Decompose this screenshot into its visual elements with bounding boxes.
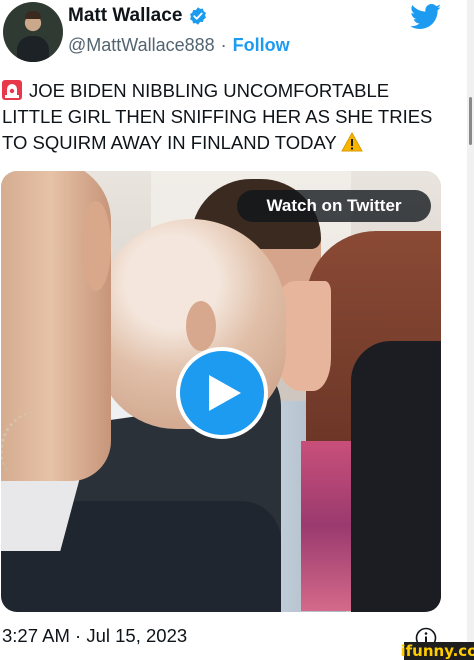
twitter-bird-icon[interactable]: [410, 4, 442, 30]
timestamp-time: 3:27 AM: [2, 625, 70, 646]
video-person-ear: [186, 301, 216, 351]
play-icon: [209, 375, 241, 411]
video-dark-clothing: [351, 341, 441, 612]
handle-separator: ·: [220, 35, 227, 55]
tweet-header: Matt Wallace @MattWallace888 · Follow: [0, 0, 474, 70]
watch-on-twitter-button[interactable]: Watch on Twitter: [237, 190, 431, 222]
tweet-timestamp[interactable]: 3:27 AM · Jul 15, 2023: [2, 625, 187, 647]
author-handle[interactable]: @MattWallace888: [68, 35, 215, 56]
avatar-hair: [25, 11, 41, 19]
ifunny-watermark: ifunny.co: [400, 642, 474, 660]
tweet-line-text: TO SQUIRM AWAY IN FINLAND TODAY: [2, 132, 337, 153]
author-name-row: Matt Wallace: [68, 5, 208, 27]
tweet-line-3: TO SQUIRM AWAY IN FINLAND TODAY: [2, 130, 462, 156]
timestamp-separator: ·: [75, 625, 82, 646]
scrollbar-thumb[interactable]: [469, 97, 472, 145]
avatar-suit: [17, 36, 49, 62]
author-name[interactable]: Matt Wallace: [68, 5, 182, 27]
avatar[interactable]: [3, 2, 63, 62]
play-button[interactable]: [176, 347, 268, 439]
tweet-text: JOE BIDEN NIBBLING UNCOMFORTABLE LITTLE …: [2, 78, 462, 156]
timestamp-date: Jul 15, 2023: [86, 625, 188, 646]
verified-badge-icon: [190, 7, 207, 25]
video-player[interactable]: Watch on Twitter: [1, 171, 441, 612]
warning-emoji: [340, 132, 363, 152]
tweet-line-1: JOE BIDEN NIBBLING UNCOMFORTABLE: [2, 78, 462, 104]
author-handle-row: @MattWallace888 · Follow: [68, 35, 290, 56]
tweet-line-text: JOE BIDEN NIBBLING UNCOMFORTABLE: [29, 80, 390, 101]
tweet-line-2: LITTLE GIRL THEN SNIFFING HER AS SHE TRI…: [2, 106, 433, 127]
police-siren-emoji: [2, 80, 22, 100]
follow-button[interactable]: Follow: [233, 35, 290, 56]
video-guard-ear: [81, 201, 111, 291]
